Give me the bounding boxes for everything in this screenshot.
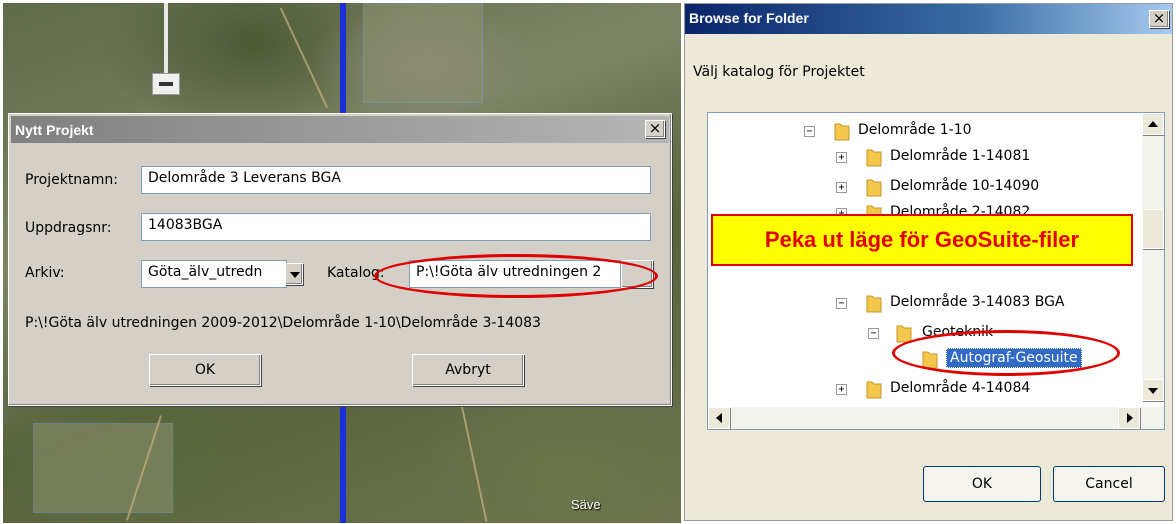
folder-icon [834, 123, 850, 141]
map-road [279, 7, 329, 109]
map-road [460, 404, 488, 522]
ok-button[interactable]: OK [149, 354, 261, 386]
dialog-titlebar[interactable]: Browse for Folder × [685, 4, 1172, 34]
folder-icon [866, 381, 882, 399]
folder-icon [866, 295, 882, 313]
scrollbar-thumb[interactable] [1142, 209, 1164, 249]
arkiv-label: Arkiv: [25, 265, 65, 281]
folder-icon [866, 179, 882, 197]
tree-node-label: Delområde 1-10 [858, 122, 972, 138]
tree-node-label: Delområde 4-14084 [890, 380, 1031, 396]
highlight-ring-katalog [374, 254, 658, 298]
annotation-callout: Peka ut läge för GeoSuite-filer [711, 214, 1133, 266]
expand-icon[interactable]: + [836, 182, 847, 193]
zoom-slider-track[interactable] [164, 3, 168, 73]
tree-node-label: Delområde 10-14090 [890, 178, 1040, 194]
dialog-title: Nytt Projekt [15, 122, 94, 138]
expand-icon[interactable]: + [836, 152, 847, 163]
scroll-up-icon[interactable] [1142, 113, 1164, 135]
chevron-down-icon[interactable] [285, 263, 303, 285]
ok-button[interactable]: OK [923, 466, 1041, 502]
collapse-icon[interactable]: − [836, 298, 847, 309]
scroll-down-icon[interactable] [1142, 379, 1164, 401]
cancel-button[interactable]: Avbryt [412, 354, 524, 386]
collapse-icon[interactable]: − [868, 328, 879, 339]
collapse-icon[interactable]: − [804, 126, 815, 137]
map-place-label: Säve [571, 497, 601, 512]
close-button[interactable]: × [1149, 10, 1169, 28]
dialog-description: Välj katalog för Projektet [693, 64, 865, 80]
arkiv-select[interactable]: Göta_älv_utredn [141, 260, 287, 288]
dialog-titlebar[interactable]: Nytt Projekt × [11, 116, 669, 143]
projektnamn-label: Projektnamn: [25, 172, 118, 188]
folder-tree[interactable]: − Delområde 1-10 + Delområde 1-14081 + D… [707, 112, 1165, 430]
close-button[interactable]: × [645, 120, 665, 138]
full-path-text: P:\!Göta älv utredningen 2009-2012\Delom… [25, 315, 541, 331]
projektnamn-input[interactable]: Delområde 3 Leverans BGA [141, 166, 651, 194]
map-field [363, 3, 483, 103]
scroll-right-icon[interactable] [1118, 407, 1140, 429]
scroll-left-icon[interactable] [708, 407, 730, 429]
zoom-slider-handle[interactable] [152, 73, 180, 95]
folder-icon [866, 149, 882, 167]
tree-node-label: Delområde 1-14081 [890, 148, 1031, 164]
dialog-title: Browse for Folder [689, 10, 809, 26]
expand-icon[interactable]: + [836, 384, 847, 395]
cancel-button[interactable]: Cancel [1053, 466, 1165, 502]
highlight-ring-autograf [892, 330, 1120, 376]
uppdragsnr-label: Uppdragsnr: [25, 220, 112, 236]
tree-node-label: Delområde 3-14083 BGA [890, 294, 1065, 310]
uppdragsnr-input[interactable]: 14083BGA [141, 213, 651, 241]
vertical-scrollbar[interactable] [1142, 113, 1164, 402]
horizontal-scrollbar[interactable] [708, 407, 1164, 429]
